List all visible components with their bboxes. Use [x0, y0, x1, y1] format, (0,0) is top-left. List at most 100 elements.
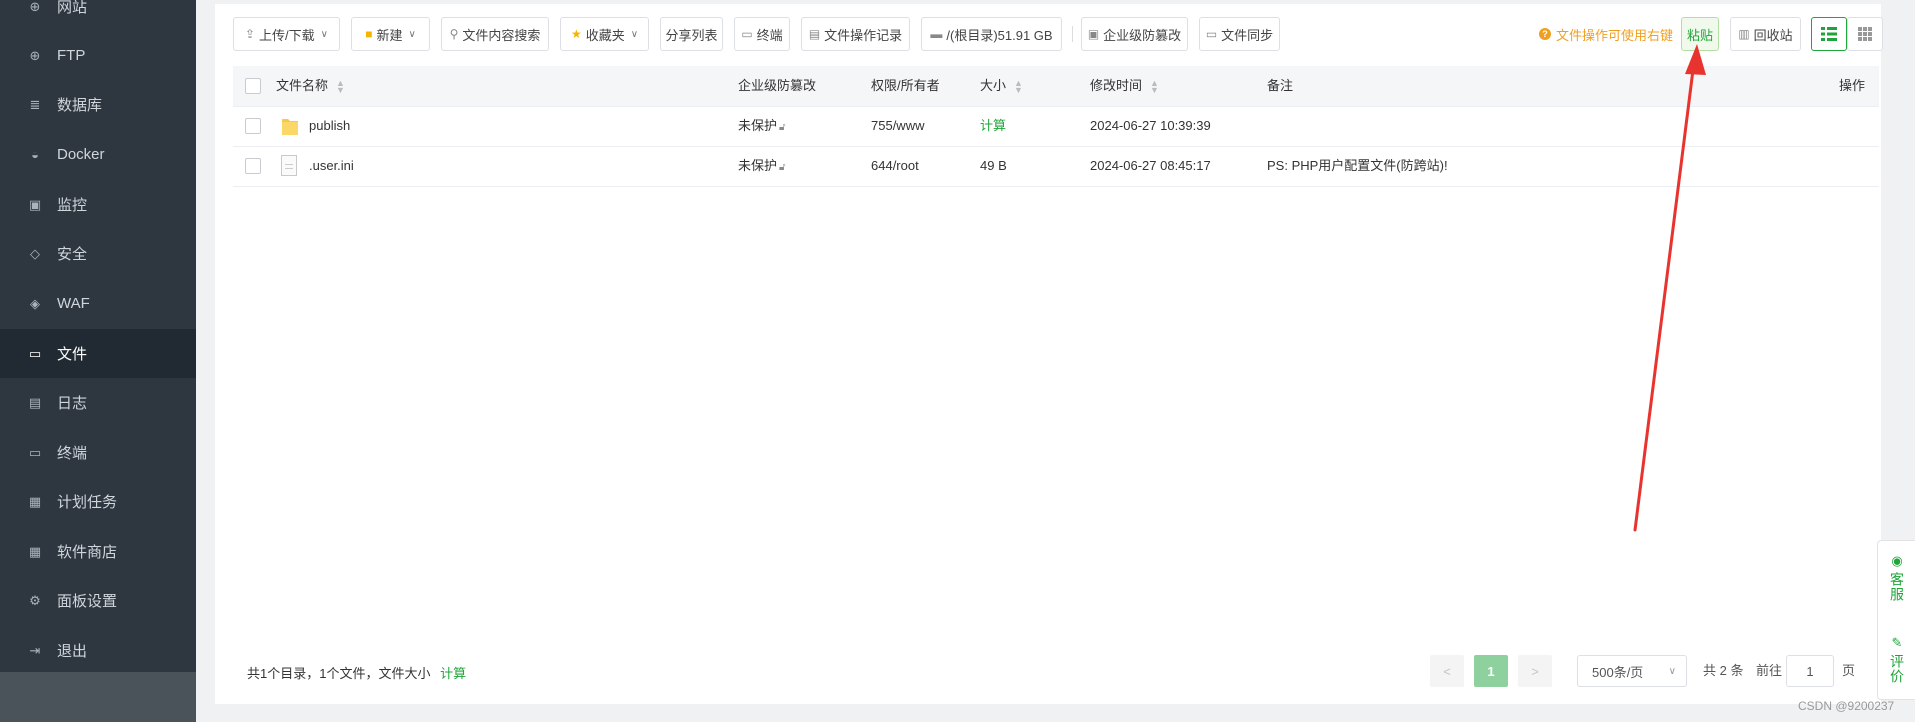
permission-owner[interactable]: 644/root	[871, 146, 919, 186]
floating-service-bar: ◉ 客服 ✎ 评价	[1877, 540, 1915, 700]
grid-view-button[interactable]	[1847, 17, 1883, 51]
sidebar-item-monitor[interactable]: ▣ 监控	[0, 180, 196, 229]
chevron-down-icon: ∨	[408, 28, 416, 40]
globe-icon: ⊕	[29, 0, 41, 14]
sidebar-item-label: 网站	[57, 0, 88, 16]
list-view-button[interactable]	[1811, 17, 1847, 51]
review-button[interactable]: ✎ 评价	[1878, 635, 1915, 684]
header-label: 文件名称	[276, 78, 329, 93]
customer-service-button[interactable]: ◉ 客服	[1878, 553, 1915, 602]
header-mtime[interactable]: 修改时间 ▲ ▼	[1090, 66, 1159, 106]
prev-page-button[interactable]: <	[1430, 655, 1464, 687]
size-calculate-link[interactable]: 计算	[980, 106, 1006, 146]
new-label: 新建	[376, 27, 403, 43]
new-folder-icon: ■	[365, 27, 373, 41]
new-button[interactable]: ■ 新建 ∨	[351, 17, 430, 51]
folder-icon	[282, 119, 298, 135]
table-row[interactable]: .user.ini 未保护 🔓︎ 644/root 49 B 2024-06-27…	[233, 146, 1879, 187]
grid-view-icon	[1858, 27, 1872, 41]
terminal-label: 终端	[756, 27, 783, 43]
sidebar-item-security[interactable]: ◇ 安全	[0, 229, 196, 278]
header-tamper: 企业级防篡改	[738, 78, 817, 93]
sidebar-item-label: 数据库	[57, 97, 103, 114]
sidebar-item-logout[interactable]: ⇥ 退出	[0, 626, 196, 675]
tamper-protect-button[interactable]: ▣ 企业级防篡改	[1081, 17, 1188, 51]
terminal-button[interactable]: ▭ 终端	[734, 17, 790, 51]
sidebar-item-label: 退出	[57, 643, 88, 660]
modified-time: 2024-06-27 10:39:39	[1090, 118, 1211, 133]
sidebar-item-files[interactable]: ▭ 文件	[0, 329, 196, 378]
sort-icon: ▲ ▼	[1150, 77, 1159, 95]
content-search-button[interactable]: ⚲ 文件内容搜索	[441, 17, 549, 51]
goto-prefix: 前往	[1756, 663, 1783, 678]
header-file-name[interactable]: 文件名称 ▲ ▼	[276, 66, 345, 106]
trash-icon: ▥	[1738, 27, 1750, 41]
list-view-icon	[1821, 27, 1837, 41]
sort-icon: ▲ ▼	[1014, 77, 1023, 95]
page-number-button[interactable]: 1	[1474, 655, 1508, 687]
disk-icon: ▬	[930, 27, 943, 41]
terminal-icon: ▭	[741, 27, 753, 41]
sidebar-item-docker[interactable]: ◒ Docker	[0, 130, 196, 179]
headset-icon: ◉	[1891, 553, 1903, 568]
file-sync-button[interactable]: ▭ 文件同步	[1199, 17, 1280, 51]
paste-button[interactable]: 粘贴	[1681, 17, 1719, 51]
document-icon: ▤	[808, 27, 821, 41]
watermark: CSDN @9200237	[1798, 699, 1895, 713]
disk-button[interactable]: ▬ /(根目录)51.91 GB	[921, 17, 1062, 51]
sidebar-footer	[0, 672, 196, 722]
next-page-button[interactable]: >	[1518, 655, 1552, 687]
customer-service-label: 客服	[1889, 572, 1905, 602]
logout-icon: ⇥	[29, 642, 41, 658]
sidebar-item-waf[interactable]: ◈ WAF	[0, 279, 196, 328]
docker-icon: ◒	[31, 147, 39, 162]
calendar-icon: ▦	[28, 493, 42, 509]
select-all-checkbox[interactable]	[245, 78, 261, 94]
sidebar-item-ftp[interactable]: ⊕ FTP	[0, 31, 196, 80]
chevron-right-icon: >	[1531, 663, 1539, 679]
recycle-bin-label: 回收站	[1753, 27, 1793, 43]
tamper-status[interactable]: 未保护 🔓︎	[738, 106, 786, 146]
share-list-label: 分享列表	[665, 27, 718, 43]
calculate-size-link[interactable]: 计算	[440, 666, 466, 681]
sidebar-item-settings[interactable]: ⚙ 面板设置	[0, 576, 196, 625]
goto-page-input[interactable]: 1	[1786, 655, 1834, 687]
sidebar-item-label: 监控	[57, 197, 88, 214]
disk-label: /(根目录)51.91 GB	[946, 27, 1053, 43]
question-icon: ?	[1539, 28, 1551, 40]
sidebar-item-terminal[interactable]: ▭ 终端	[0, 428, 196, 477]
tip-text: 文件操作可使用右键	[1556, 27, 1674, 43]
header-label: 修改时间	[1090, 78, 1143, 93]
gear-icon: ⚙	[29, 592, 41, 608]
header-remark: 备注	[1267, 78, 1294, 93]
toolbar: ⇪ 上传/下载 ∨ ■ 新建 ∨ ⚲ 文件内容搜索 ★ 收藏夹 ∨ 分享列表 ▭…	[233, 17, 1883, 53]
ftp-icon: ⊕	[29, 47, 41, 63]
sidebar-item-logs[interactable]: ▤ 日志	[0, 378, 196, 427]
remark[interactable]: PS: PHP用户配置文件(防跨站)!	[1267, 146, 1448, 186]
tamper-status[interactable]: 未保护 🔓︎	[738, 146, 786, 186]
header-label: 大小	[980, 78, 1007, 93]
upload-download-button[interactable]: ⇪ 上传/下载 ∨	[233, 17, 340, 51]
row-checkbox[interactable]	[245, 118, 261, 134]
file-name[interactable]: publish	[309, 106, 350, 146]
header-size[interactable]: 大小 ▲ ▼	[980, 66, 1023, 106]
sidebar-item-cron[interactable]: ▦ 计划任务	[0, 477, 196, 526]
summary-text: 共1个目录，1个文件，文件大小	[247, 666, 431, 681]
upload-icon: ⇪	[244, 27, 256, 41]
sidebar-item-website[interactable]: ⊕ 网站	[0, 0, 196, 31]
operation-log-button[interactable]: ▤ 文件操作记录	[801, 17, 910, 51]
lock-icon: 🔓︎	[779, 122, 786, 133]
search-icon: ⚲	[449, 27, 459, 41]
file-table-header: 文件名称 ▲ ▼ 企业级防篡改 权限/所有者 大小 ▲ ▼ 修改时间 ▲ ▼ 备注 操作	[233, 66, 1879, 107]
sidebar-item-database[interactable]: ≣ 数据库	[0, 80, 196, 129]
row-checkbox[interactable]	[245, 158, 261, 174]
sort-icon: ▲ ▼	[336, 77, 345, 95]
permission-owner[interactable]: 755/www	[871, 106, 924, 146]
file-name[interactable]: .user.ini	[309, 146, 354, 186]
page-size-select[interactable]: 500条/页 ∨	[1577, 655, 1687, 687]
recycle-bin-button[interactable]: ▥ 回收站	[1730, 17, 1801, 51]
sidebar-item-app-store[interactable]: ▦ 软件商店	[0, 527, 196, 576]
table-row[interactable]: publish 未保护 🔓︎ 755/www 计算 2024-06-27 10:3…	[233, 106, 1879, 147]
share-list-button[interactable]: 分享列表	[660, 17, 723, 51]
favorites-button[interactable]: ★ 收藏夹 ∨	[560, 17, 649, 51]
